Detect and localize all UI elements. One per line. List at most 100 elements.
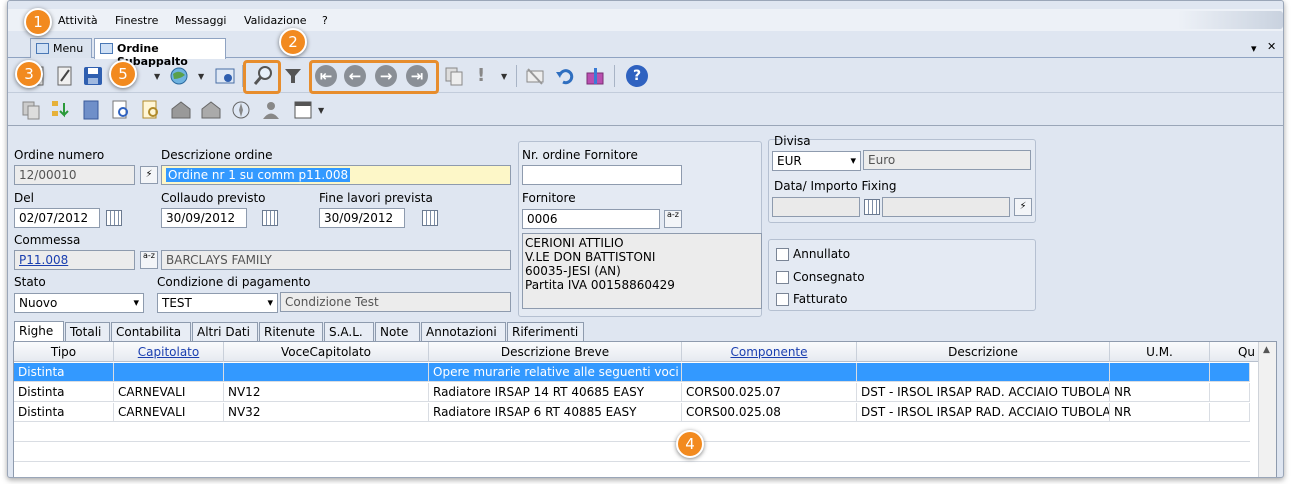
fixing-lightning-icon[interactable]: ⚡ [1014, 198, 1032, 216]
fornitore-code-field[interactable]: 0006 [522, 209, 660, 229]
tab-ordine-subappalto[interactable]: Ordine Subappalto [94, 38, 226, 68]
callout-4: 4 [676, 430, 704, 458]
compass-icon[interactable] [230, 99, 252, 121]
ordine-numero-field[interactable]: 12/00010 [14, 165, 135, 185]
duplicate-icon[interactable] [20, 99, 42, 121]
column-header-vocecapitolato[interactable]: VoceCapitolato [224, 342, 429, 362]
column-header-um[interactable]: U.M. [1110, 342, 1210, 362]
warning-dropdown-icon[interactable]: ▼ [501, 72, 507, 81]
column-header-quantita[interactable]: Qu [1210, 342, 1260, 362]
tab-altri-dati[interactable]: Altri Dati [192, 322, 258, 341]
fornitore-lookup-icon[interactable]: a-z [664, 210, 682, 228]
document-preview-icon[interactable] [140, 99, 162, 121]
nr-ordine-fornitore-field[interactable] [522, 165, 682, 185]
stato-select[interactable]: Nuovo [14, 293, 144, 313]
cell-quantita [1210, 403, 1250, 422]
column-header-tipo[interactable]: Tipo [14, 342, 114, 362]
commessa-lookup-icon[interactable]: a-z [140, 251, 158, 269]
collaudo-calendar-icon[interactable] [262, 210, 278, 226]
globe-dropdown-icon[interactable]: ▼ [198, 72, 204, 81]
table-row[interactable]: Distinta CARNEVALI NV12 Radiatore IRSAP … [14, 383, 1250, 402]
table-row[interactable] [14, 463, 1250, 477]
tab-sal[interactable]: S.A.L. [324, 322, 374, 341]
del-date-field[interactable]: 02/07/2012 [14, 208, 100, 228]
dropdown-arrow-icon[interactable]: ▼ [154, 72, 160, 81]
cell-vocecapitolato: NV32 [224, 403, 429, 422]
filter-icon[interactable] [282, 65, 304, 87]
fixing-date-field[interactable] [772, 197, 860, 217]
descrizione-ordine-field[interactable]: Ordine nr 1 su comm p11.008 [161, 165, 511, 185]
tab-righe[interactable]: Righe [14, 321, 64, 342]
menu-attivita[interactable]: Attività [58, 14, 98, 27]
tab-riferimenti[interactable]: Riferimenti [507, 322, 584, 341]
tab-list-dropdown-icon[interactable]: ▾ [1251, 42, 1257, 55]
consegnato-checkbox[interactable]: Consegnato [776, 270, 865, 284]
menu-messaggi[interactable]: Messaggi [175, 14, 226, 27]
fine-lavori-date-field[interactable]: 30/09/2012 [319, 208, 405, 228]
help-icon[interactable]: ? [626, 65, 648, 87]
gift-icon[interactable] [584, 65, 606, 87]
calendar-dropdown-icon[interactable]: ▼ [318, 106, 324, 115]
collaudo-date-field[interactable]: 30/09/2012 [161, 208, 247, 228]
fixing-calendar-icon[interactable] [864, 199, 880, 215]
callout-1: 1 [24, 8, 52, 36]
tab-totali[interactable]: Totali [65, 322, 110, 341]
descrizione-ordine-label: Descrizione ordine [161, 148, 273, 162]
menu-help[interactable]: ? [322, 14, 328, 27]
annullato-checkbox[interactable]: Annullato [776, 247, 850, 261]
copy-record-icon[interactable] [443, 65, 465, 87]
pagamento-label: Condizione di pagamento [157, 275, 311, 289]
pagamento-select[interactable]: TEST [157, 293, 278, 313]
column-header-capitolato[interactable]: Capitolato [114, 342, 224, 362]
tree-import-icon[interactable] [50, 99, 72, 121]
grid-vertical-scrollbar[interactable]: ▲ [1258, 342, 1276, 477]
scroll-up-icon[interactable]: ▲ [1263, 345, 1270, 355]
table-row[interactable]: Distinta Opere murarie relative alle seg… [14, 363, 1250, 382]
table-row[interactable] [14, 423, 1250, 442]
warning-icon[interactable]: ! [477, 65, 485, 86]
edit-document-icon[interactable] [54, 65, 76, 87]
tab-contabilita[interactable]: Contabilita [111, 322, 191, 341]
globe-icon[interactable] [168, 65, 190, 87]
menu-finestre[interactable]: Finestre [115, 14, 158, 27]
column-header-descrizione-breve[interactable]: Descrizione Breve [429, 342, 682, 362]
tab-menu[interactable]: Menu [30, 38, 92, 58]
menu-validazione[interactable]: Validazione [244, 14, 307, 27]
tab-close-icon[interactable]: ✕ [1267, 40, 1276, 53]
fixing-importo-field[interactable] [882, 197, 1010, 217]
document-search-icon[interactable] [110, 99, 132, 121]
callout-5: 5 [109, 60, 137, 88]
lightning-icon[interactable]: ⚡ [140, 166, 158, 184]
cell-um: NR [1110, 403, 1210, 422]
cell-tipo: Distinta [14, 383, 114, 402]
warehouse-icon[interactable] [170, 99, 192, 121]
save-icon[interactable] [82, 65, 104, 87]
settings-window-icon[interactable] [214, 65, 236, 87]
commessa-field[interactable]: P11.008 [14, 250, 135, 270]
blurred-area [1178, 11, 1283, 29]
user-icon[interactable] [260, 99, 282, 121]
cell-capitolato [114, 363, 224, 382]
tab-annotazioni[interactable]: Annotazioni [421, 322, 506, 341]
undo-icon[interactable] [554, 65, 576, 87]
warehouse-alt-icon[interactable] [200, 99, 222, 121]
calculator-icon[interactable] [80, 99, 102, 121]
cell-descrizione-breve: Opere murarie relative alle seguenti voc… [429, 363, 682, 382]
pagamento-description-field: Condizione Test [280, 292, 511, 312]
cell-componente [682, 363, 857, 382]
column-header-descrizione[interactable]: Descrizione [857, 342, 1110, 362]
cell-descrizione [857, 363, 1110, 382]
fine-lavori-calendar-icon[interactable] [422, 210, 438, 226]
table-row[interactable] [14, 443, 1250, 462]
tab-note[interactable]: Note [375, 322, 420, 341]
menu-bar: Attività Finestre Messaggi Validazione ? [8, 9, 1283, 31]
table-row[interactable]: Distinta CARNEVALI NV32 Radiatore IRSAP … [14, 403, 1250, 422]
tab-ritenute[interactable]: Ritenute [259, 322, 323, 341]
fatturato-checkbox[interactable]: Fatturato [776, 292, 848, 306]
cell-descrizione: DST - IRSOL IRSAP RAD. ACCIAIO TUBOLARE [857, 403, 1110, 422]
column-header-componente[interactable]: Componente [682, 342, 857, 362]
divisa-select[interactable]: EUR [772, 151, 861, 171]
calendar-icon[interactable] [292, 99, 314, 121]
del-calendar-icon[interactable] [106, 210, 122, 226]
delete-mail-icon[interactable] [524, 65, 546, 87]
